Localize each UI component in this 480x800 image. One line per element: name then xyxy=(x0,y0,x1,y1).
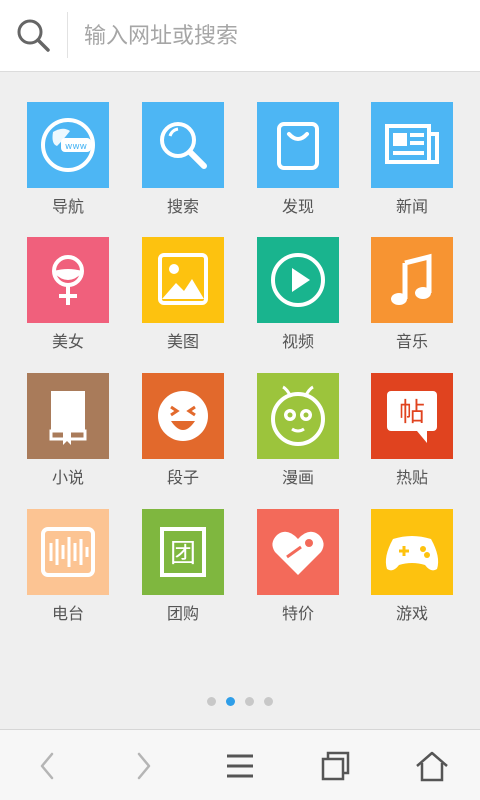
tile-label: 视频 xyxy=(281,332,314,351)
shopping-bag-icon xyxy=(257,102,339,188)
page-dot[interactable] xyxy=(264,697,273,706)
forward-icon[interactable] xyxy=(123,746,163,786)
back-icon[interactable] xyxy=(28,746,68,786)
bottom-toolbar xyxy=(0,729,480,800)
group-buy-icon: 团 xyxy=(142,509,224,595)
menu-icon[interactable] xyxy=(220,746,260,786)
tile-video[interactable]: 视频 xyxy=(248,237,348,352)
picture-icon xyxy=(142,237,224,323)
tile-label: 音乐 xyxy=(395,332,428,351)
tile-navigation[interactable]: www 导航 xyxy=(18,102,118,217)
tile-background xyxy=(257,373,339,459)
home-icon[interactable] xyxy=(412,746,452,786)
book-icon xyxy=(27,373,109,459)
cartoon-ant-icon xyxy=(257,373,339,459)
laughing-face-icon xyxy=(142,373,224,459)
search-icon[interactable] xyxy=(14,16,52,54)
tile-label: 特价 xyxy=(281,604,314,623)
tile-search[interactable]: 搜索 xyxy=(133,102,233,217)
tile-label: 团购 xyxy=(166,604,199,623)
post-bubble-icon: 帖 xyxy=(371,373,453,459)
tile-beauty[interactable]: 美女 xyxy=(18,237,118,352)
page-indicator xyxy=(0,697,480,709)
page-dot[interactable] xyxy=(207,697,216,706)
tile-label: 游戏 xyxy=(395,604,428,623)
tile-news[interactable]: 新闻 xyxy=(362,102,462,217)
tile-background xyxy=(142,237,224,323)
tile-background xyxy=(142,102,224,188)
page-dot-active[interactable] xyxy=(226,697,235,706)
tile-background xyxy=(257,102,339,188)
tile-background xyxy=(371,237,453,323)
radio-icon xyxy=(27,509,109,595)
tile-jokes[interactable]: 段子 xyxy=(133,373,233,488)
group-glyph: 团 xyxy=(170,539,196,569)
tile-label: 新闻 xyxy=(395,197,428,216)
tile-discover[interactable]: 发现 xyxy=(248,102,348,217)
search-input[interactable] xyxy=(84,14,464,58)
search-magnifier-icon xyxy=(142,102,224,188)
tile-group-buy[interactable]: 团 团购 xyxy=(133,509,233,624)
female-icon xyxy=(27,237,109,323)
windows-icon[interactable] xyxy=(316,746,356,786)
tile-special-offer[interactable]: 特价 xyxy=(248,509,348,624)
search-bar xyxy=(0,0,480,72)
tile-label: 电台 xyxy=(51,604,84,623)
tile-label: 导航 xyxy=(51,197,84,216)
svg-text:www: www xyxy=(65,142,87,152)
tile-comics[interactable]: 漫画 xyxy=(248,373,348,488)
tile-music[interactable]: 音乐 xyxy=(362,237,462,352)
play-video-icon xyxy=(257,237,339,323)
tile-novel[interactable]: 小说 xyxy=(18,373,118,488)
search-divider xyxy=(67,12,68,58)
tile-label: 搜索 xyxy=(166,197,199,216)
tile-label: 美图 xyxy=(166,332,199,351)
gamepad-icon xyxy=(371,509,453,595)
tile-pictures[interactable]: 美图 xyxy=(133,237,233,352)
tile-games[interactable]: 游戏 xyxy=(362,509,462,624)
tile-label: 小说 xyxy=(51,468,84,487)
page-dot[interactable] xyxy=(245,697,254,706)
post-glyph: 帖 xyxy=(399,398,425,428)
tile-label: 漫画 xyxy=(281,468,314,487)
newspaper-icon xyxy=(371,102,453,188)
tile-hot-posts[interactable]: 帖 热贴 xyxy=(362,373,462,488)
price-tag-heart-icon xyxy=(257,509,339,595)
tile-label: 热贴 xyxy=(395,468,428,487)
tile-radio[interactable]: 电台 xyxy=(18,509,118,624)
tile-label: 美女 xyxy=(51,332,84,351)
tile-label: 段子 xyxy=(166,468,199,487)
navigation-icon: www xyxy=(27,102,109,188)
tile-label: 发现 xyxy=(281,197,314,216)
music-note-icon xyxy=(371,237,453,323)
